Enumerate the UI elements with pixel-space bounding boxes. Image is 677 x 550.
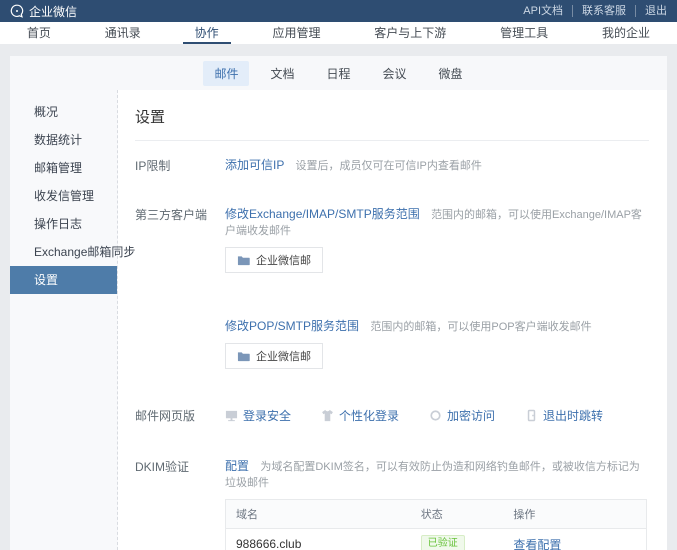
exchange-scope-tag-label: 企业微信邮: [256, 252, 311, 268]
brand-name: 企业微信: [29, 3, 77, 20]
view-config-link[interactable]: 查看配置: [513, 538, 561, 550]
dkim-section: DKIM验证 配置 为域名配置DKIM签名，可以有效防止伪造和网络钓鱼邮件，或被…: [135, 457, 649, 550]
domain-column-header: 域名: [226, 500, 411, 529]
page-title: 设置: [135, 106, 649, 127]
ip-restriction-label: IP限制: [135, 156, 225, 174]
nav-item-collaboration[interactable]: 协作: [183, 22, 231, 44]
tshirt-icon: [321, 409, 334, 422]
wecom-logo-icon: [10, 4, 24, 18]
folder-icon: [237, 350, 250, 363]
topbar-links: API文档 联系客服 退出: [514, 5, 667, 17]
dkim-table: 域名 状态 操作 988666.club 已验证 查看配置: [225, 499, 647, 550]
exchange-scope-tag[interactable]: 企业微信邮: [225, 247, 323, 273]
webmail-link-personalized-login[interactable]: 个性化登录: [321, 406, 399, 424]
nav-item-apps[interactable]: 应用管理: [260, 22, 332, 44]
circle-icon: [429, 409, 442, 422]
pop-scope-tag-label: 企业微信邮: [256, 348, 311, 364]
webmail-link-label: 登录安全: [243, 407, 291, 424]
sidebar-item-operation-log[interactable]: 操作日志: [10, 210, 117, 238]
sidebar-item-overview[interactable]: 概况: [10, 98, 117, 126]
logout-link[interactable]: 退出: [635, 5, 667, 17]
webmail-link-logout-redirect[interactable]: 退出时跳转: [525, 406, 603, 424]
webmail-label: 邮件网页版: [135, 406, 225, 424]
table-header-row: 域名 状态 操作: [226, 500, 647, 529]
webmail-link-login-security[interactable]: 登录安全: [225, 406, 291, 424]
content-panel: 邮件 文档 日程 会议 微盘 概况 数据统计 邮箱管理 收发信管理 操作日志 E…: [10, 56, 667, 550]
ip-restriction-hint: 设置后，成员仅可在可信IP内查看邮件: [295, 160, 481, 172]
sidebar-item-settings[interactable]: 设置: [10, 266, 117, 294]
sidebar: 概况 数据统计 邮箱管理 收发信管理 操作日志 Exchange邮箱同步 设置: [10, 90, 118, 550]
sidebar-item-send-receive-management[interactable]: 收发信管理: [10, 182, 117, 210]
nav-item-customers[interactable]: 客户与上下游: [362, 22, 458, 44]
exchange-scope-link[interactable]: 修改Exchange/IMAP/SMTP服务范围: [225, 207, 420, 221]
subtab-docs[interactable]: 文档: [259, 61, 305, 86]
domain-cell: 988666.club: [226, 529, 411, 550]
subtab-drive[interactable]: 微盘: [428, 61, 474, 86]
add-trusted-ip-link[interactable]: 添加可信IP: [225, 158, 284, 172]
pop-scope-link[interactable]: 修改POP/SMTP服务范围: [225, 319, 359, 333]
status-column-header: 状态: [411, 500, 504, 529]
contact-support-link[interactable]: 联系客服: [572, 5, 635, 17]
webmail-section: 邮件网页版 登录安全 个性化登录: [135, 406, 649, 424]
door-icon: [525, 409, 538, 422]
title-divider: [135, 140, 649, 141]
ip-restriction-section: IP限制 添加可信IP 设置后，成员仅可在可信IP内查看邮件: [135, 156, 649, 174]
topbar: 企业微信 API文档 联系客服 退出: [0, 0, 677, 22]
pop-scope-hint: 范围内的邮箱，可以使用POP客户端收发邮件: [370, 321, 591, 333]
settings-content: 设置 IP限制 添加可信IP 设置后，成员仅可在可信IP内查看邮件 第三方客户端…: [118, 90, 667, 550]
webmail-link-label: 加密访问: [447, 407, 495, 424]
webmail-link-label: 退出时跳转: [543, 407, 603, 424]
webmail-link-label: 个性化登录: [339, 407, 399, 424]
nav-item-admin-tools[interactable]: 管理工具: [488, 22, 560, 44]
main-nav: 首页 通讯录 协作 应用管理 客户与上下游 管理工具 我的企业: [0, 22, 677, 44]
nav-item-my-company[interactable]: 我的企业: [590, 22, 662, 44]
api-docs-link[interactable]: API文档: [514, 5, 572, 17]
nav-item-contacts[interactable]: 通讯录: [93, 22, 153, 44]
action-column-header: 操作: [503, 500, 646, 529]
sidebar-item-mailbox-management[interactable]: 邮箱管理: [10, 154, 117, 182]
nav-item-home[interactable]: 首页: [15, 22, 63, 44]
status-badge-verified: 已验证: [421, 535, 465, 550]
subtab-meeting[interactable]: 会议: [372, 61, 418, 86]
webmail-link-encrypted-access[interactable]: 加密访问: [429, 406, 495, 424]
subtab-calendar[interactable]: 日程: [315, 61, 361, 86]
third-party-client-label: 第三方客户端: [135, 205, 225, 369]
sidebar-item-statistics[interactable]: 数据统计: [10, 126, 117, 154]
third-party-client-section: 第三方客户端 修改Exchange/IMAP/SMTP服务范围 范围内的邮箱，可…: [135, 205, 649, 369]
monitor-icon: [225, 409, 238, 422]
pop-scope-tag[interactable]: 企业微信邮: [225, 343, 323, 369]
table-row: 988666.club 已验证 查看配置: [226, 529, 647, 550]
folder-icon: [237, 254, 250, 267]
topbar-brand[interactable]: 企业微信: [10, 3, 77, 20]
subtab-bar: 邮件 文档 日程 会议 微盘: [10, 56, 667, 90]
subtab-mail[interactable]: 邮件: [203, 61, 249, 86]
dkim-config-link[interactable]: 配置: [225, 459, 249, 473]
dkim-hint: 为域名配置DKIM签名，可以有效防止伪造和网络钓鱼邮件，或被收信方标记为垃圾邮件: [225, 461, 640, 489]
dkim-label: DKIM验证: [135, 457, 225, 550]
sidebar-item-exchange-sync[interactable]: Exchange邮箱同步: [10, 238, 117, 266]
